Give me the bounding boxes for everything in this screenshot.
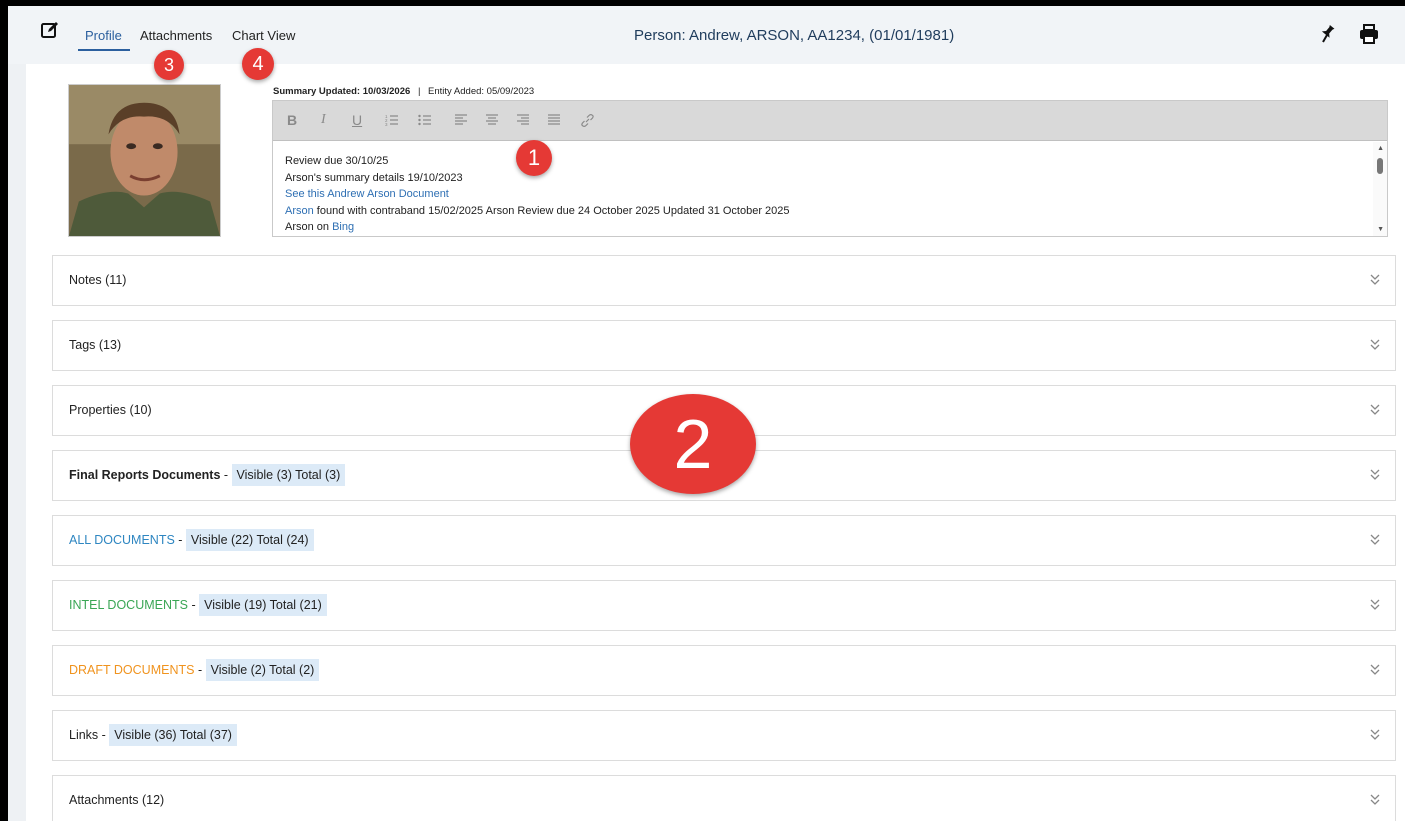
chevron-down-icon[interactable]	[1369, 532, 1381, 546]
callout-marker-2: 2	[630, 394, 756, 494]
document-link[interactable]: See this Andrew Arson Document	[285, 188, 449, 200]
align-right-icon[interactable]	[516, 113, 530, 127]
section-label: INTEL DOCUMENTS - Visible (19) Total (21…	[69, 594, 327, 616]
summary-line: Review due 30/10/25	[285, 155, 389, 167]
chevron-down-icon[interactable]	[1369, 467, 1381, 481]
count-badge: Visible (19) Total (21)	[199, 594, 327, 616]
section-all-documents[interactable]: ALL DOCUMENTS - Visible (22) Total (24)	[52, 515, 1396, 566]
summary-text[interactable]: Review due 30/10/25 Arson's summary deta…	[273, 142, 1371, 236]
underline-button[interactable]: U	[352, 112, 362, 128]
summary-line: Arson's summary details 19/10/2023	[285, 171, 463, 184]
count-badge: Visible (36) Total (37)	[109, 724, 237, 746]
section-label: ALL DOCUMENTS - Visible (22) Total (24)	[69, 529, 314, 551]
section-notes[interactable]: Notes (11)	[52, 255, 1396, 306]
italic-button[interactable]: I	[321, 112, 326, 128]
app-frame: Profile Attachments Chart View Person: A…	[0, 0, 1405, 821]
pin-icon[interactable]	[1316, 23, 1338, 45]
section-label: Tags (13)	[69, 338, 122, 352]
chevron-down-icon[interactable]	[1369, 792, 1381, 806]
section-title: ALL DOCUMENTS	[69, 533, 175, 547]
chevron-down-icon[interactable]	[1369, 402, 1381, 416]
edit-icon[interactable]	[40, 20, 60, 40]
editor-toolbar: B I U 1 2 3	[273, 101, 1387, 141]
scroll-thumb[interactable]	[1377, 158, 1383, 174]
align-left-icon[interactable]	[454, 113, 468, 127]
summary-updated: Summary Updated: 10/03/2026	[273, 86, 411, 97]
summary-line: See this Andrew Arson Document	[285, 186, 1359, 203]
align-center-icon[interactable]	[485, 113, 499, 127]
section-title: Links	[69, 728, 99, 742]
chevron-down-icon[interactable]	[1369, 597, 1381, 611]
count-badge: Visible (3) Total (3)	[231, 464, 346, 486]
section-title: Final Reports Documents	[69, 468, 221, 482]
summary-line-text: Arson on	[285, 221, 333, 233]
bing-link[interactable]: Bing	[332, 221, 354, 233]
section-dash: -	[98, 728, 110, 742]
tab-profile[interactable]: Profile	[85, 28, 122, 43]
count-badge: Visible (2) Total (2)	[205, 659, 320, 681]
section-dash: -	[194, 663, 206, 677]
bold-button[interactable]: B	[287, 112, 297, 128]
chevron-down-icon[interactable]	[1369, 337, 1381, 351]
section-intel-documents[interactable]: INTEL DOCUMENTS - Visible (19) Total (21…	[52, 580, 1396, 631]
scroll-down-arrow[interactable]: ▼	[1377, 226, 1384, 233]
arson-link[interactable]: Arson	[285, 205, 314, 217]
tab-chart-view[interactable]: Chart View	[232, 28, 295, 43]
chevron-down-icon[interactable]	[1369, 727, 1381, 741]
editor-scrollbar[interactable]: ▲ ▼	[1373, 142, 1387, 236]
section-draft-documents[interactable]: DRAFT DOCUMENTS - Visible (2) Total (2)	[52, 645, 1396, 696]
section-tags[interactable]: Tags (13)	[52, 320, 1396, 371]
chevron-down-icon[interactable]	[1369, 662, 1381, 676]
section-label: Links - Visible (36) Total (37)	[69, 724, 237, 746]
section-label: DRAFT DOCUMENTS - Visible (2) Total (2)	[69, 659, 320, 681]
section-label: Notes (11)	[69, 273, 127, 287]
justify-icon[interactable]	[547, 113, 561, 127]
summary-line-text: found with contraband 15/02/2025 Arson R…	[313, 204, 790, 217]
section-attachments[interactable]: Attachments (12)	[52, 775, 1396, 821]
chevron-down-icon[interactable]	[1369, 272, 1381, 286]
section-title: DRAFT DOCUMENTS	[69, 663, 195, 677]
svg-text:3: 3	[385, 122, 388, 127]
page-title: Person: Andrew, ARSON, AA1234, (01/01/19…	[634, 27, 955, 44]
section-label: Properties (10)	[69, 403, 152, 417]
section-label: Attachments (12)	[69, 793, 165, 807]
summary-meta: Summary Updated: 10/03/2026 | Entity Add…	[273, 86, 534, 97]
callout-marker-3: 3	[154, 50, 184, 80]
section-dash: -	[174, 533, 186, 547]
scroll-up-arrow[interactable]: ▲	[1377, 145, 1384, 152]
summary-line: Arson found with contraband 15/02/2025 A…	[285, 203, 1359, 220]
ordered-list-icon[interactable]: 1 2 3	[385, 113, 399, 127]
section-label: Final Reports Documents - Visible (3) To…	[69, 464, 346, 486]
header-bar: Profile Attachments Chart View Person: A…	[8, 6, 1405, 64]
callout-marker-1: 1	[516, 140, 552, 176]
summary-editor[interactable]: B I U 1 2 3 Review due 30/10/25 Arson's …	[272, 100, 1388, 237]
callout-marker-4: 4	[242, 48, 274, 80]
tab-attachments[interactable]: Attachments	[140, 28, 212, 43]
link-icon[interactable]	[580, 113, 595, 128]
count-badge: Visible (22) Total (24)	[185, 529, 314, 551]
print-icon[interactable]	[1358, 23, 1380, 45]
bullet-list-icon[interactable]	[418, 113, 432, 127]
section-dash: -	[220, 468, 232, 482]
section-dash: -	[188, 598, 200, 612]
meta-separator: |	[417, 86, 421, 97]
active-tab-indicator	[78, 49, 130, 51]
profile-photo	[68, 84, 221, 237]
section-links[interactable]: Links - Visible (36) Total (37)	[52, 710, 1396, 761]
entity-added: Entity Added: 05/09/2023	[428, 86, 535, 97]
summary-line: Arson on Bing	[285, 219, 1359, 236]
section-title: INTEL DOCUMENTS	[69, 598, 188, 612]
